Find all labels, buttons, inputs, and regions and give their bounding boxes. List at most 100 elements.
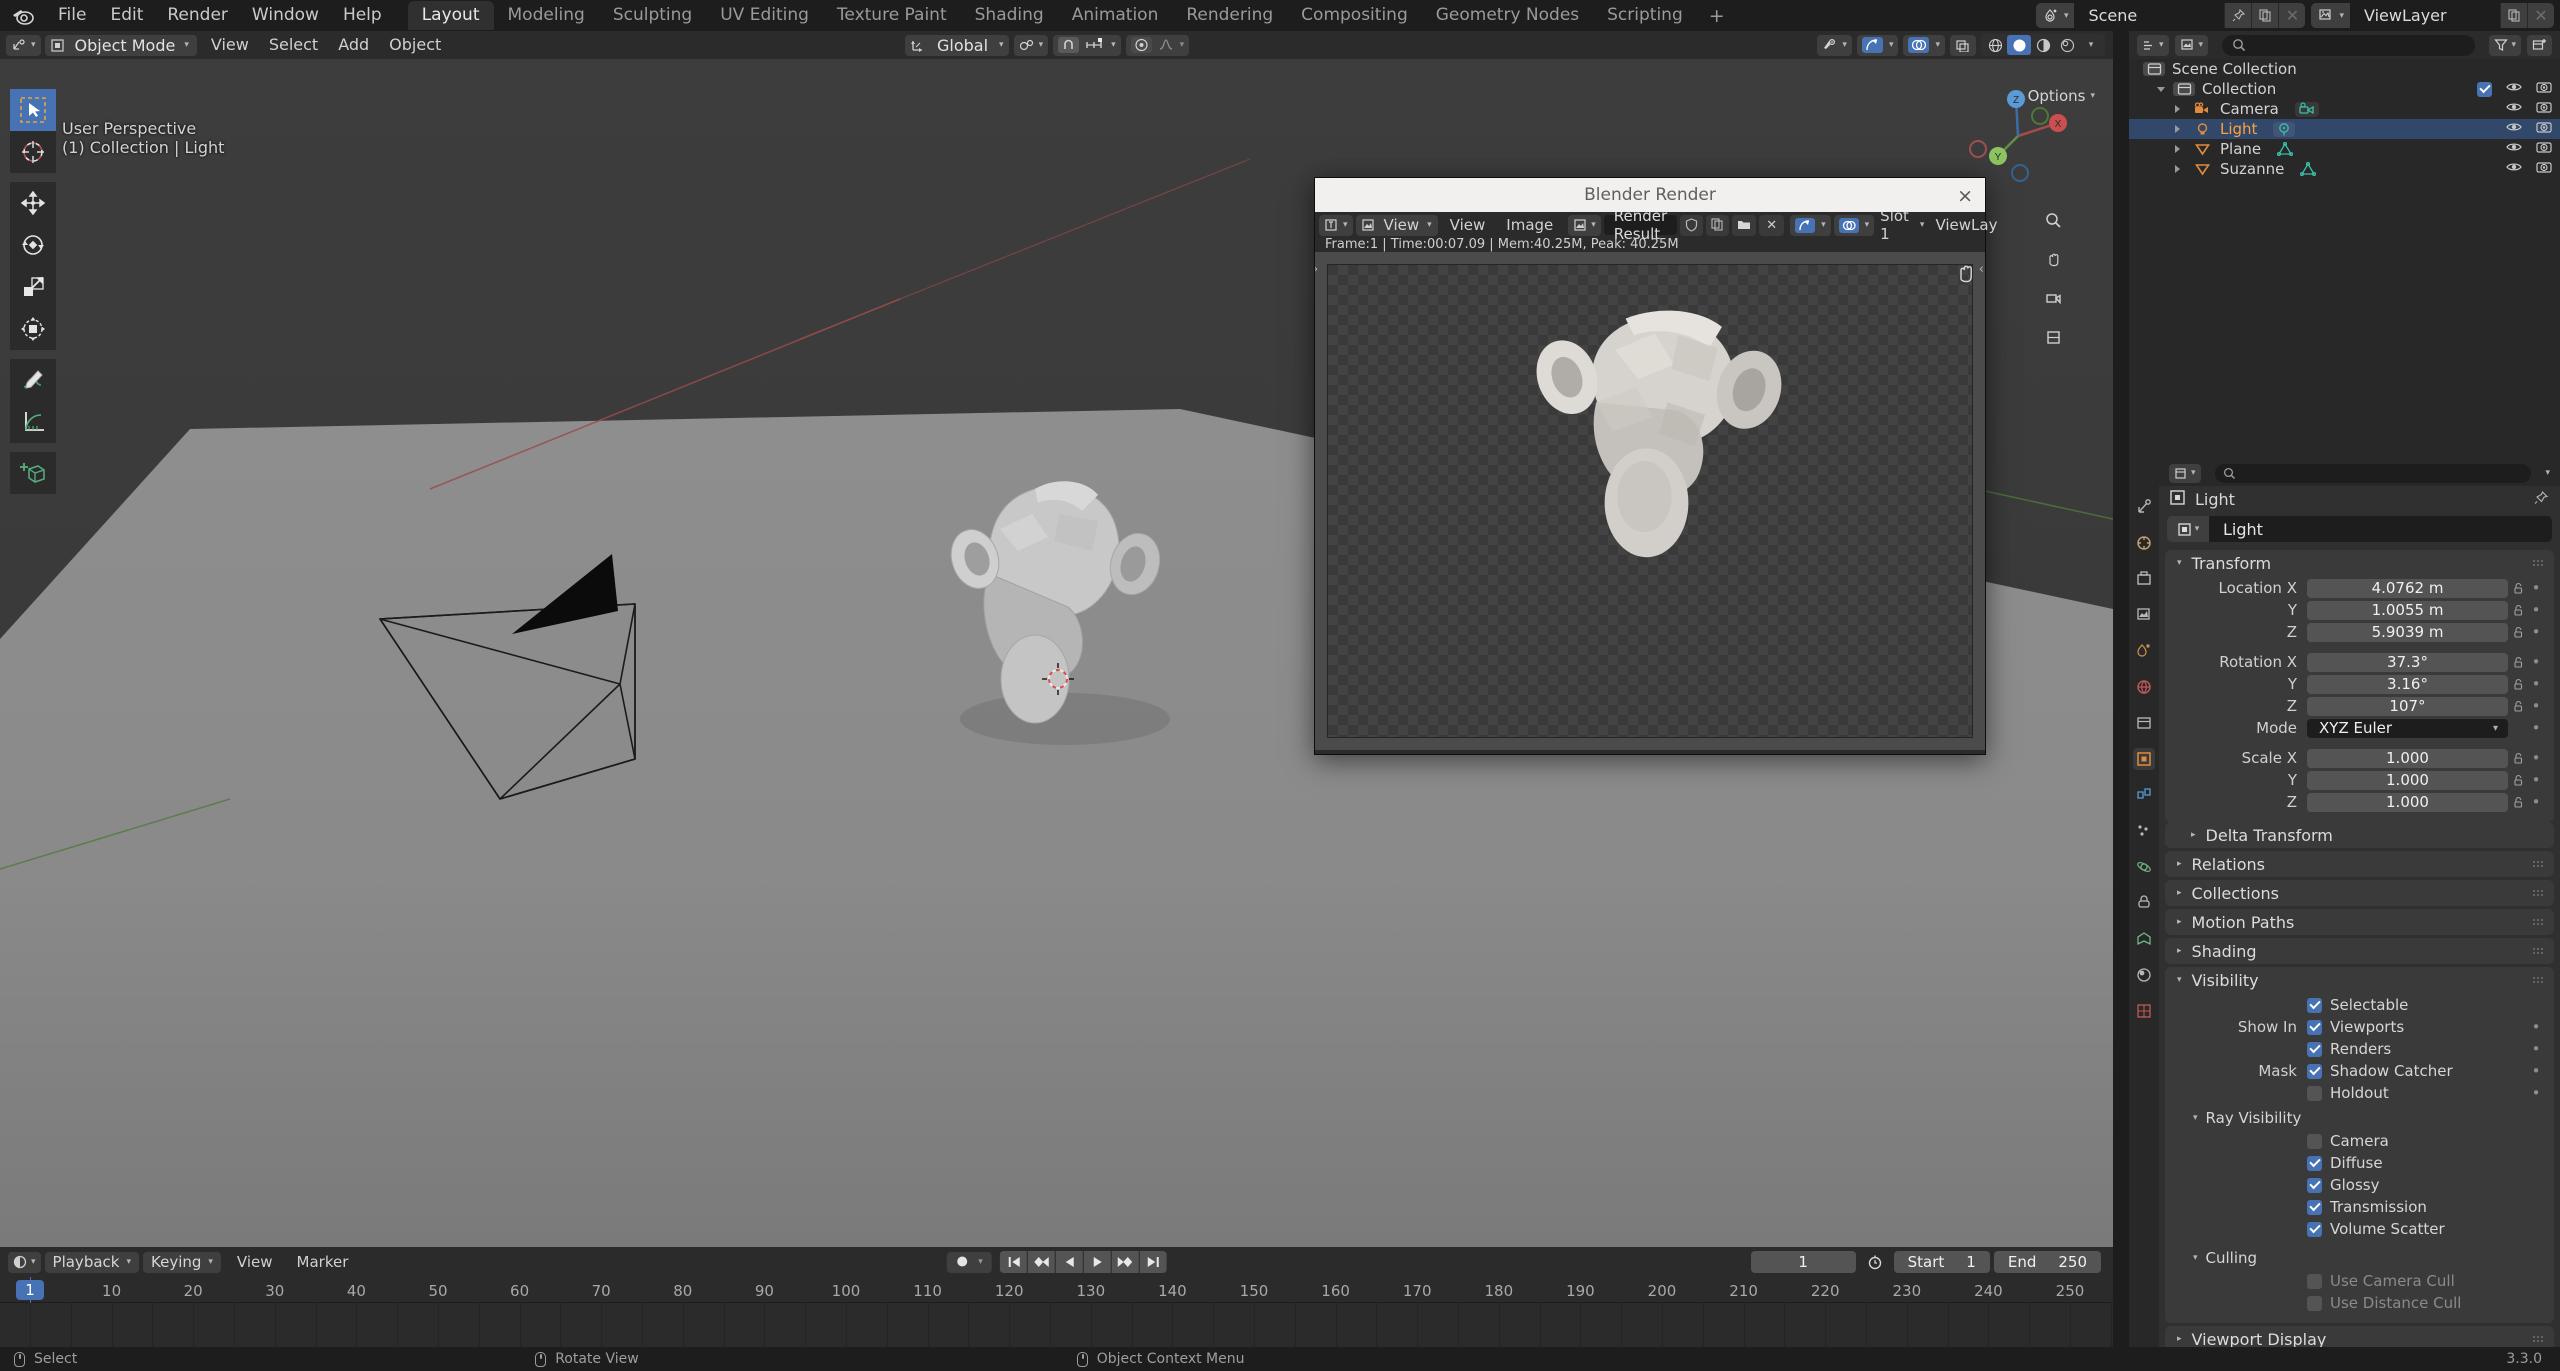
jump-to-end-button[interactable] <box>1139 1251 1167 1273</box>
workspace-tab-uv-editing[interactable]: UV Editing <box>706 1 823 30</box>
rotation-mode-value[interactable]: XYZ Euler ▾ <box>2307 718 2508 738</box>
rotation-value-1[interactable]: 3.16° <box>2307 674 2508 694</box>
fake-user-icon[interactable] <box>1680 214 1704 236</box>
rotation-row-2[interactable]: Z 107° • <box>2175 696 2544 716</box>
lock-icon[interactable] <box>2508 752 2528 765</box>
panel-grip[interactable] <box>2532 559 2544 567</box>
disable-in-renders-icon[interactable] <box>2536 100 2552 118</box>
panel-grip[interactable] <box>2532 860 2544 868</box>
ray-visibility-subpanel-header[interactable]: ▾ Ray Visibility <box>2175 1105 2544 1131</box>
lock-icon[interactable] <box>2508 700 2528 713</box>
overlays-toggle-group[interactable]: ▾ <box>1903 34 1945 56</box>
outliner-row-camera[interactable]: Camera <box>2129 99 2560 119</box>
timeline-menu-marker[interactable]: Marker <box>289 1253 357 1271</box>
panel-grip[interactable] <box>2532 1335 2544 1343</box>
new-scene-icon[interactable] <box>2251 3 2279 28</box>
jump-to-start-button[interactable] <box>999 1251 1027 1273</box>
delta-transform-header[interactable]: ▸ Delta Transform <box>2165 822 2554 848</box>
outliner-row-suzanne[interactable]: Suzanne <box>2129 159 2560 179</box>
expand-arrow-icon[interactable] <box>2175 105 2191 113</box>
tab-physics[interactable] <box>2133 856 2155 878</box>
new-viewlayer-icon[interactable] <box>2500 3 2527 28</box>
holdout-checkbox[interactable] <box>2307 1085 2322 1101</box>
workspace-tab-shading[interactable]: Shading <box>961 1 1058 30</box>
culling-row-use-distance-cull[interactable]: Use Distance Cull <box>2175 1293 2544 1313</box>
animate-property-dot[interactable]: • <box>2528 1062 2544 1080</box>
culling-subpanel-header[interactable]: ▾ Culling <box>2175 1245 2544 1271</box>
end-frame-field[interactable]: End 250 <box>1993 1251 2101 1273</box>
scale-value-0[interactable]: 1.000 <box>2307 748 2508 768</box>
properties-options-chevron-icon[interactable]: ▾ <box>2545 468 2550 478</box>
tab-render[interactable] <box>2133 532 2155 554</box>
lock-icon[interactable] <box>2508 582 2528 595</box>
viewport-menu-select[interactable]: Select <box>259 37 328 53</box>
blender-render-window[interactable]: Blender Render × ▾ View ▾ View Image ▾ R… <box>1314 177 1997 755</box>
panel-collections[interactable]: ▸ Collections <box>2165 880 2554 906</box>
interaction-mode-selector[interactable]: Object Mode ▾ <box>44 34 197 56</box>
menu-edit[interactable]: Edit <box>98 4 155 27</box>
solid-shading-button[interactable] <box>2007 35 2031 55</box>
transport-controls[interactable] <box>999 1251 1167 1273</box>
camera-view-icon[interactable] <box>2039 284 2067 312</box>
snap-magnet-icon[interactable] <box>1058 37 1080 53</box>
menu-file[interactable]: File <box>46 4 98 27</box>
render-overlays-icon[interactable] <box>1838 217 1859 233</box>
lock-icon[interactable] <box>2508 678 2528 691</box>
disable-in-renders-icon[interactable] <box>2536 120 2552 138</box>
overlays-icon[interactable] <box>1908 37 1930 53</box>
ray-visibility-row-glossy[interactable]: Glossy <box>2175 1175 2544 1195</box>
panel-shading[interactable]: ▸ Shading <box>2165 938 2554 964</box>
scale-value-1[interactable]: 1.000 <box>2307 770 2508 790</box>
collection-enable-checkbox[interactable] <box>2477 81 2492 97</box>
image-datablock-icon[interactable]: ▾ <box>1568 214 1601 236</box>
hide-in-viewport-icon[interactable] <box>2506 80 2522 98</box>
camera-checkbox[interactable] <box>2307 1133 2322 1149</box>
outliner-row-toggles[interactable] <box>2506 140 2552 158</box>
viewlayer-name-field[interactable]: ViewLayer <box>2350 3 2500 28</box>
workspace-tab-rendering[interactable]: Rendering <box>1172 1 1287 30</box>
timeline-editor[interactable]: ▾ Playback ▾ Keying ▾ View Marker ▾ 1 St… <box>0 1247 2113 1347</box>
snapping-group[interactable]: ▾ <box>1053 34 1121 56</box>
shading-mode-group[interactable]: ▾ <box>1981 34 2105 56</box>
workspace-tab-modeling[interactable]: Modeling <box>494 1 599 30</box>
location-value-0[interactable]: 4.0762 m <box>2307 578 2508 598</box>
open-image-icon[interactable] <box>1732 214 1757 236</box>
properties-body[interactable]: ▾ ▾ Light ▾ Light ▾ Transform Location X… <box>2159 460 2560 1347</box>
tab-world[interactable] <box>2133 676 2155 698</box>
tab-scene[interactable] <box>2133 640 2155 662</box>
renders-checkbox[interactable] <box>2307 1041 2322 1057</box>
disable-in-renders-icon[interactable] <box>2536 80 2552 98</box>
pivot-point-selector[interactable]: ▾ <box>1013 34 1049 56</box>
transform-panel[interactable]: ▾ Transform Location X 4.0762 m • Y 1.0055 m… <box>2165 550 2554 822</box>
rotation-row-1[interactable]: Y 3.16° • <box>2175 674 2544 694</box>
visibility-row-holdout[interactable]: Holdout • <box>2175 1083 2544 1103</box>
rotation-mode-row[interactable]: Mode XYZ Euler ▾ • <box>2175 718 2544 738</box>
ray-visibility-row-volume-scatter[interactable]: Volume Scatter <box>2175 1219 2544 1239</box>
playback-menu[interactable]: Playback ▾ <box>44 1251 139 1273</box>
transform-orientation-selector[interactable]: Global ▾ <box>905 34 1009 56</box>
toggle-orthographic-icon[interactable] <box>2039 323 2067 351</box>
collapsed-panels-list[interactable]: ▸ Relations ▸ Collections ▸ Motion Paths ▸ Shad… <box>2159 851 2560 964</box>
jump-to-previous-keyframe-button[interactable] <box>1027 1251 1055 1273</box>
use-distance-cull-checkbox[interactable] <box>2307 1295 2322 1311</box>
menu-window[interactable]: Window <box>240 4 331 27</box>
transmission-checkbox[interactable] <box>2307 1199 2322 1215</box>
lock-icon[interactable] <box>2508 774 2528 787</box>
outliner-tree[interactable]: Scene Collection Collection Camera Light Pla… <box>2129 59 2560 179</box>
tweak-select-tool[interactable] <box>10 89 56 131</box>
annotate-tool[interactable] <box>10 359 56 401</box>
visibility-row-renders[interactable]: Renders • <box>2175 1039 2544 1059</box>
outliner-row-plane[interactable]: Plane <box>2129 139 2560 159</box>
outliner-editor[interactable]: ▾ ▾ ▾ Scene Collection Collection Camera Li… <box>2129 31 2560 460</box>
properties-search-input[interactable] <box>2214 463 2532 483</box>
record-icon[interactable] <box>955 1253 968 1272</box>
delta-transform-panel[interactable]: ▸ Delta Transform <box>2165 822 2554 848</box>
viewports-checkbox[interactable] <box>2307 1019 2322 1035</box>
tab-texture[interactable] <box>2133 1000 2155 1022</box>
scale-row-0[interactable]: Scale X 1.000 • <box>2175 748 2544 768</box>
render-viewlayer-label[interactable]: ViewLay <box>1935 216 1997 234</box>
proportional-edit-icon[interactable] <box>1130 37 1152 53</box>
scale-tool[interactable] <box>10 266 56 308</box>
tab-particles[interactable] <box>2133 820 2155 842</box>
panel-motion-paths[interactable]: ▸ Motion Paths <box>2165 909 2554 935</box>
